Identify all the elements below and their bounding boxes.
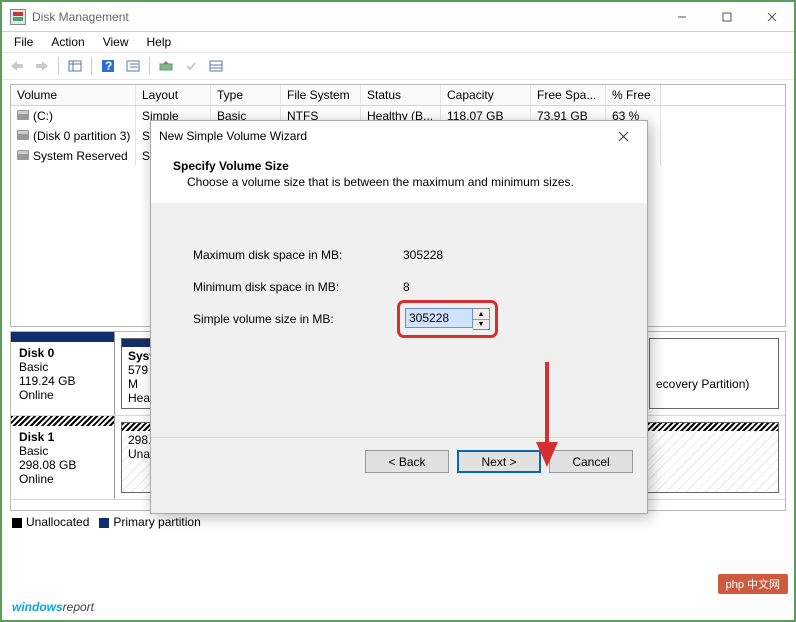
disk-label[interactable]: Disk 0 Basic 119.24 GB Online	[11, 332, 115, 415]
disk-icon	[17, 150, 29, 160]
app-window: Disk Management File Action View Help ? …	[0, 0, 796, 622]
close-icon[interactable]	[607, 124, 639, 148]
wizard-titlebar: New Simple Volume Wizard	[151, 121, 647, 151]
swatch-unallocated	[12, 518, 22, 528]
watermark-php: php 中文网	[718, 574, 788, 594]
swatch-primary	[99, 518, 109, 528]
spin-up-icon[interactable]: ▲	[473, 309, 489, 319]
wizard-heading: Specify Volume Size	[173, 159, 625, 173]
close-button[interactable]	[749, 3, 794, 31]
window-title: Disk Management	[32, 10, 659, 24]
refresh-volumes-icon[interactable]	[155, 55, 177, 77]
wizard-subheading: Choose a volume size that is between the…	[173, 175, 625, 189]
svg-text:?: ?	[105, 59, 112, 73]
menu-file[interactable]: File	[6, 33, 41, 51]
disk-icon	[17, 110, 29, 120]
col-capacity[interactable]: Capacity	[441, 85, 531, 105]
menu-action[interactable]: Action	[43, 33, 92, 51]
spin-down-icon[interactable]: ▼	[473, 319, 489, 329]
grid-icon[interactable]	[64, 55, 86, 77]
volume-size-input[interactable]	[405, 308, 473, 328]
disk-label[interactable]: Disk 1 Basic 298.08 GB Online	[11, 416, 115, 499]
volume-size-label: Simple volume size in MB:	[193, 312, 403, 326]
col-layout[interactable]: Layout	[136, 85, 211, 105]
help-icon[interactable]: ?	[97, 55, 119, 77]
disk-icon	[17, 130, 29, 140]
col-type[interactable]: Type	[211, 85, 281, 105]
toolbar: ?	[2, 52, 794, 80]
legend: Unallocated Primary partition	[2, 511, 794, 533]
table-header: Volume Layout Type File System Status Ca…	[11, 85, 785, 106]
col-pfree[interactable]: % Free	[606, 85, 661, 105]
partition[interactable]: ecovery Partition)	[649, 338, 779, 409]
app-icon	[10, 9, 26, 25]
wizard-title: New Simple Volume Wizard	[159, 129, 607, 143]
menu-help[interactable]: Help	[139, 33, 180, 51]
back-icon	[6, 55, 28, 77]
titlebar: Disk Management	[2, 2, 794, 32]
max-space-value: 305228	[403, 248, 443, 262]
min-space-label: Minimum disk space in MB:	[193, 280, 403, 294]
details-icon[interactable]	[122, 55, 144, 77]
watermark-windowsreport: windowsreport	[12, 598, 94, 616]
back-button[interactable]: < Back	[365, 450, 449, 473]
check-icon	[180, 55, 202, 77]
menubar: File Action View Help	[2, 32, 794, 52]
col-filesystem[interactable]: File System	[281, 85, 361, 105]
col-status[interactable]: Status	[361, 85, 441, 105]
maximize-button[interactable]	[704, 3, 749, 31]
minimize-button[interactable]	[659, 3, 704, 31]
menu-view[interactable]: View	[95, 33, 137, 51]
max-space-label: Maximum disk space in MB:	[193, 248, 403, 262]
annotation-arrow-icon	[532, 352, 562, 472]
next-button[interactable]: Next >	[457, 450, 541, 473]
wizard-body: Maximum disk space in MB: 305228 Minimum…	[151, 203, 647, 437]
col-volume[interactable]: Volume	[11, 85, 136, 105]
wizard-footer: < Back Next > Cancel	[151, 437, 647, 485]
forward-icon	[31, 55, 53, 77]
wizard-dialog: New Simple Volume Wizard Specify Volume …	[150, 120, 648, 514]
wizard-header: Specify Volume Size Choose a volume size…	[151, 151, 647, 203]
col-free[interactable]: Free Spa...	[531, 85, 606, 105]
min-space-value: 8	[403, 280, 410, 294]
volume-size-spinner: ▲ ▼	[403, 306, 492, 332]
list-icon[interactable]	[205, 55, 227, 77]
